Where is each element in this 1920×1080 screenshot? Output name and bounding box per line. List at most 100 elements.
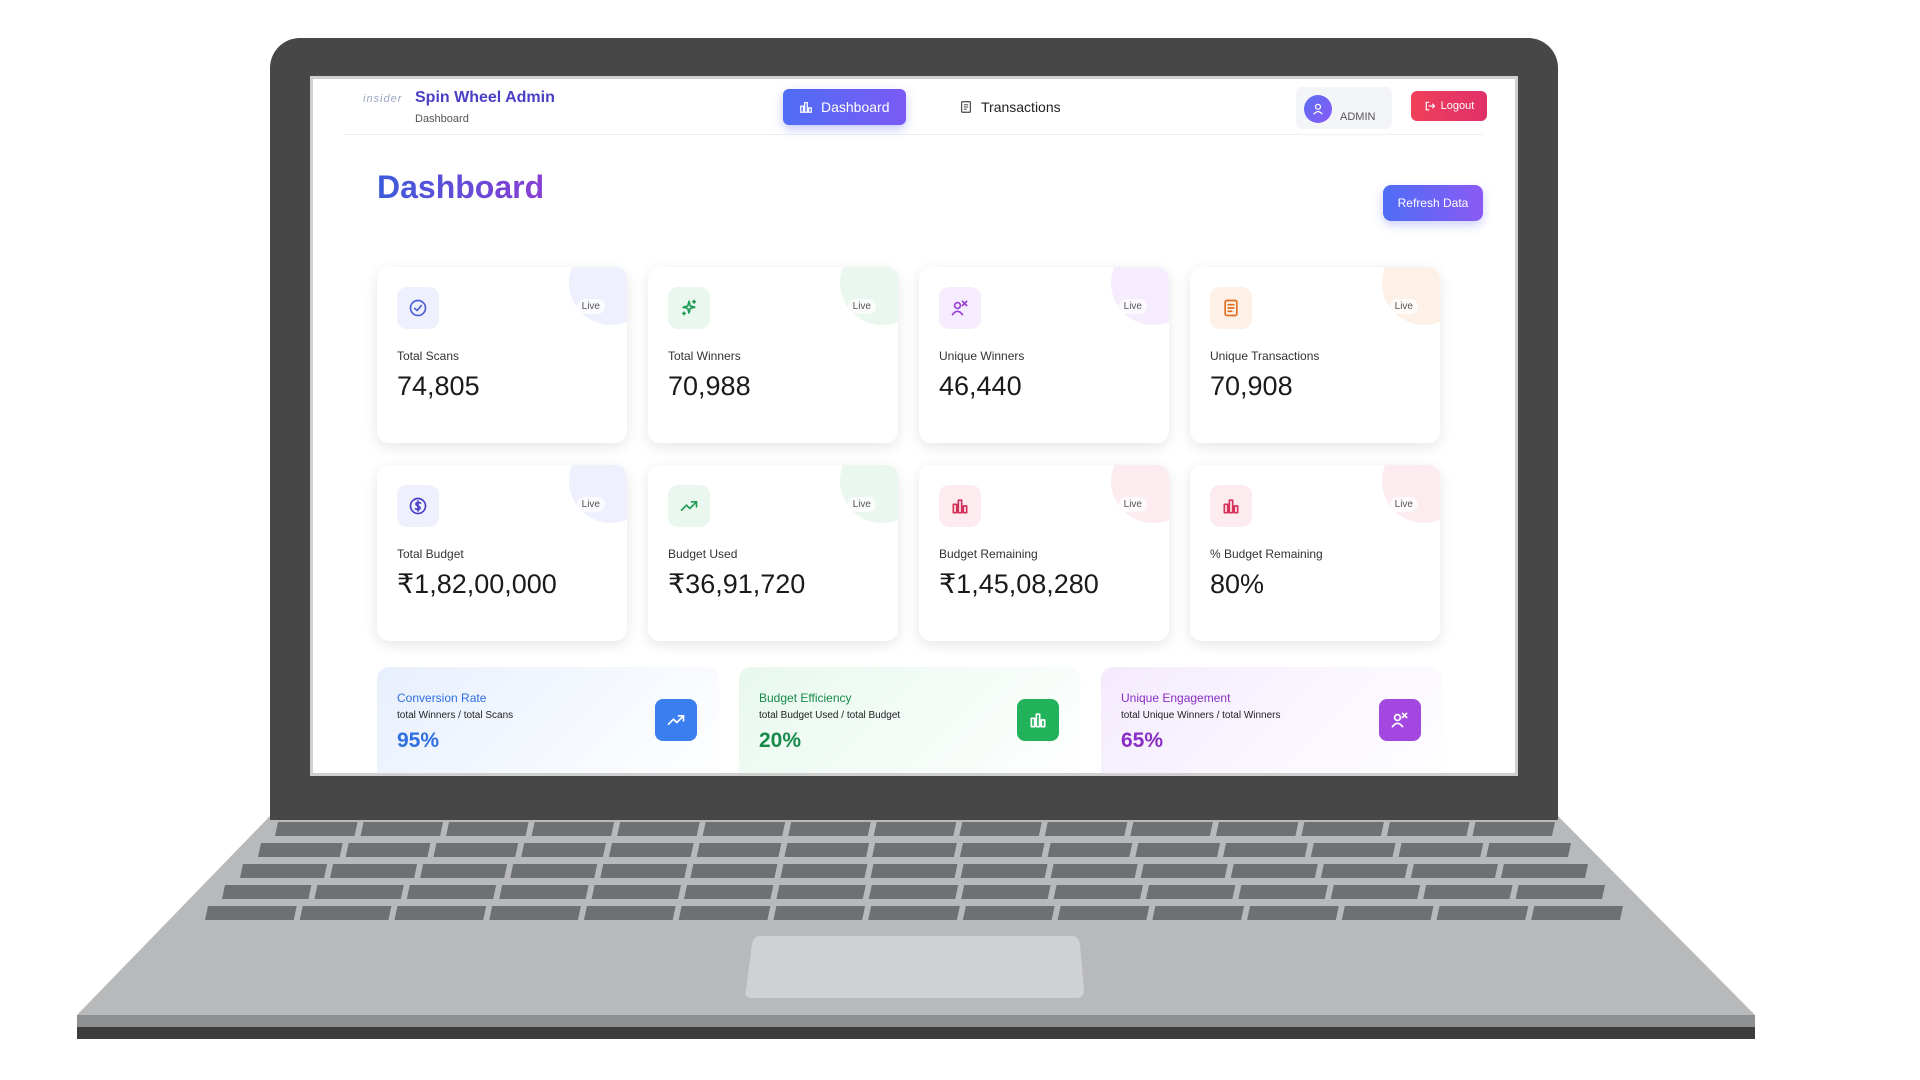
keyboard-key [1410,864,1498,878]
nav-transactions[interactable]: Transactions [943,89,1077,125]
keyboard-key [1247,906,1339,920]
card-decoration [1382,267,1440,325]
keyboard-key [1044,822,1128,836]
metric-icon [1379,699,1421,741]
keyboard-key [314,885,404,899]
trackpad[interactable] [745,936,1084,998]
stat-card: Live % Budget Remaining 80% [1190,465,1440,641]
nav-dashboard[interactable]: Dashboard [783,89,906,125]
keyboard-key [1047,843,1133,857]
keyboard-key [510,864,598,878]
card-decoration [840,465,898,523]
card-icon [397,287,439,329]
keyboard-key [433,843,519,857]
metric-title: Budget Efficiency [759,691,852,705]
metric-formula: total Budget Used / total Budget [759,710,901,721]
keyboard-key [489,906,581,920]
keyboard-key [330,864,418,878]
stat-card: Live Total Winners 70,988 [648,267,898,443]
keyboard-key [1223,843,1308,857]
keyboard-key [420,864,508,878]
keyboard-key [773,906,866,920]
trending-up-icon [680,501,698,511]
keyboard-key [521,843,606,857]
user-menu[interactable]: ADMIN [1296,87,1392,129]
keyboard-key [678,906,771,920]
stat-label: Budget Remaining [939,547,1038,561]
card-icon [1210,485,1252,527]
keyboard-key [1472,822,1555,836]
stat-label: Total Budget [397,547,464,561]
stat-value: ₹36,91,720 [668,569,806,599]
keyboard-key [446,822,529,836]
keyboard-key [406,885,497,899]
keyboard-key [1050,864,1138,878]
live-badge: Live [1118,299,1147,314]
card-decoration [569,267,627,325]
card-decoration [569,465,627,523]
keyboard-key [1386,822,1470,836]
keyboard-key [1301,822,1384,836]
dollar-circle-icon [409,497,427,515]
card-icon [668,287,710,329]
live-badge: Live [1118,497,1147,512]
stat-value: ₹1,82,00,000 [397,569,557,599]
keyboard-key [591,885,681,899]
keyboard-key [1152,906,1245,920]
keyboard-key [788,822,871,836]
user-trophy-icon [951,300,968,316]
logout-button[interactable]: Logout [1411,91,1487,121]
keyboard-key [1230,864,1318,878]
stat-label: Unique Transactions [1210,349,1320,363]
keyboard-key [776,885,866,899]
card-decoration [840,267,898,325]
stat-label: Total Scans [397,349,460,363]
keyboard-key [499,885,589,899]
stat-card: Live Budget Used ₹36,91,720 [648,465,898,641]
keyboard-key [583,906,676,920]
keyboard-key [240,864,328,878]
keyboard-key [1238,885,1328,899]
keyboard-key [868,885,959,899]
keyboard-key [870,864,958,878]
bar-chart-icon [1223,499,1239,514]
user-role: ADMIN [1340,111,1376,123]
bar-chart-icon [952,499,968,514]
trending-up-icon [667,715,685,725]
keyboard-key [1140,864,1228,878]
stat-card: Live Unique Transactions 70,908 [1190,267,1440,443]
brand-logo: insider [363,93,403,105]
card-icon [668,485,710,527]
keyboard-key [959,822,1042,836]
keyboard-key [780,864,868,878]
check-circle-icon [409,299,427,317]
keyboard-key [1053,885,1143,899]
keyboard-key [275,822,358,836]
bar-chart-icon [1030,713,1046,728]
user-icon [1313,103,1323,115]
page-title: Dashboard [377,169,545,205]
stat-label: Total Winners [668,349,741,363]
metric-value: 65% [1121,729,1164,752]
metric-formula: total Unique Winners / total Winners [1121,710,1281,721]
keyboard-key [360,822,444,836]
keyboard-key [1531,906,1623,920]
live-badge: Live [576,497,605,512]
live-badge: Live [847,299,876,314]
keyboard-key [868,906,960,920]
keyboard-key [345,843,431,857]
card-icon [1210,287,1252,329]
keyboard-key [696,843,782,857]
laptop-screen: insider Spin Wheel Admin Dashboard Dashb… [310,76,1518,776]
avatar [1304,95,1332,123]
refresh-data-button[interactable]: Refresh Data [1383,185,1483,221]
keyboard-key [205,906,297,920]
keyboard-key [1500,864,1588,878]
keyboard-key [702,822,786,836]
live-badge: Live [1389,299,1418,314]
stat-card: Live Total Scans 74,805 [377,267,627,443]
live-badge: Live [1389,497,1418,512]
stat-value: 80% [1210,569,1265,599]
keyboard-key [617,822,700,836]
keyboard-key [1515,885,1605,899]
